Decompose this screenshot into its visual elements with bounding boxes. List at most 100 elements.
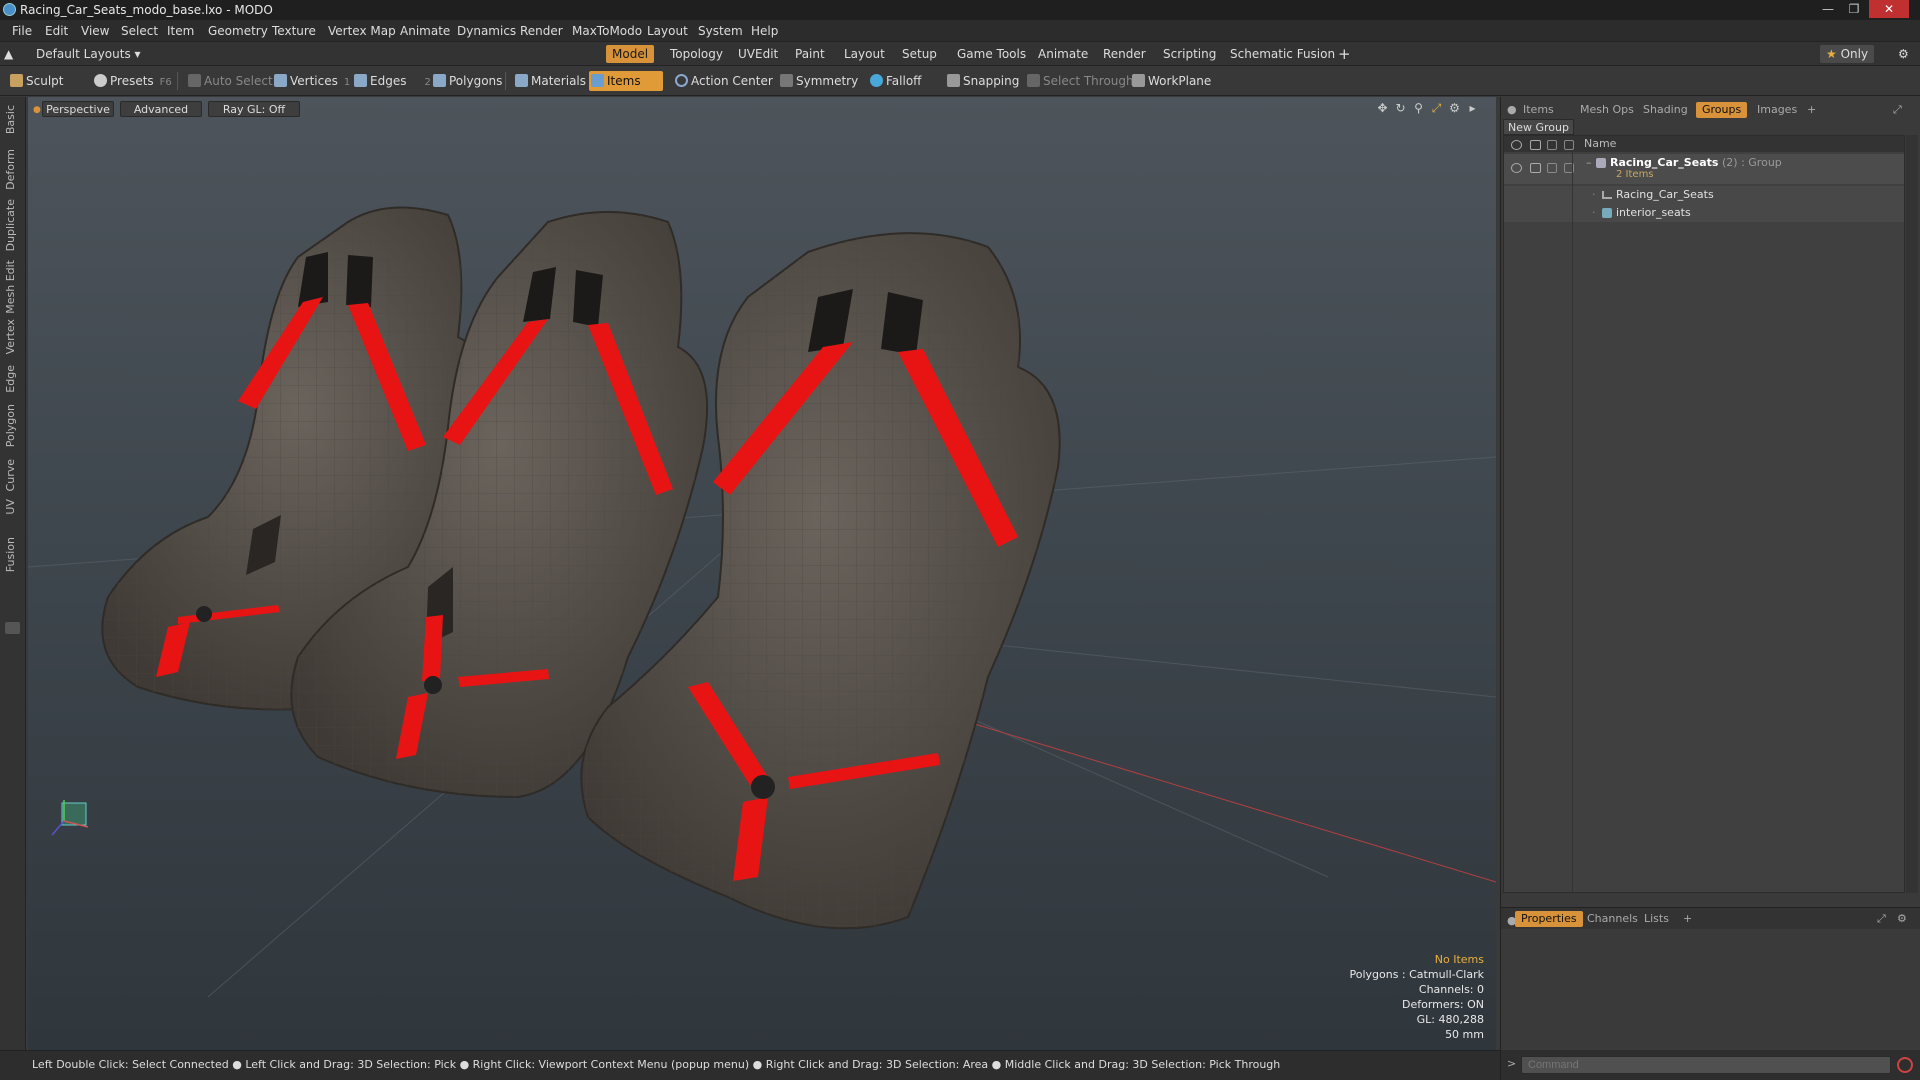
properties-gear-icon[interactable]: ⚙ [1891,911,1913,927]
tab-groups[interactable]: Groups [1696,102,1748,118]
eye-icon[interactable] [1511,163,1522,173]
menu-geometry[interactable]: Geometry [208,20,268,42]
tab-render[interactable]: Render [1097,45,1152,63]
menu-animate[interactable]: Animate [400,20,450,42]
materials-button[interactable]: Materials [513,71,586,91]
raygl-button[interactable]: Ray GL: Off [208,101,300,117]
action-center-label: Action Center [691,74,773,88]
snapping-button[interactable]: Snapping [945,71,1019,91]
gear-icon[interactable]: ⚙ [1892,45,1915,63]
tree-row-mesh[interactable]: · Racing_Car_Seats [1504,186,1904,204]
rotate-icon[interactable]: ↻ [1394,102,1407,115]
tab-shading[interactable]: Shading [1637,102,1694,118]
vtab-curve[interactable]: Curve [4,459,22,491]
list-scrollbar[interactable] [1906,135,1918,893]
viewport-settings-icon[interactable]: ⚙ [1448,102,1461,115]
menu-render[interactable]: Render [520,20,563,42]
presets-button[interactable]: Presets F6 [92,71,172,91]
select-through-button[interactable]: Select Through [1025,71,1134,91]
tab-scripting[interactable]: Scripting [1157,45,1222,63]
record-icon[interactable] [1897,1057,1913,1073]
properties-expand-icon[interactable]: ⤢ [1871,911,1892,927]
new-group-button[interactable]: New Group [1503,119,1574,135]
menu-system[interactable]: System [698,20,743,42]
menu-dynamics[interactable]: Dynamics [457,20,516,42]
vtab-polygon[interactable]: Polygon [4,404,22,447]
render-toggle-icon[interactable] [1530,163,1541,173]
action-center-button[interactable]: Action Center [673,71,773,91]
tab-lists[interactable]: Lists [1638,911,1675,927]
add-tab-button[interactable]: + [1332,45,1357,63]
tab-items[interactable]: Items [1517,102,1560,118]
layout-selector[interactable]: Default Layouts ▾ [30,45,147,63]
items-button[interactable]: Items [589,71,663,91]
edges-button[interactable]: Edges 2 [352,71,431,91]
vtab-vertex[interactable]: Vertex [4,319,22,354]
vtab-deform[interactable]: Deform [4,149,22,190]
restore-icon[interactable]: ❐ [1843,0,1865,18]
tree-row-shader[interactable]: · interior_seats [1504,204,1904,222]
auto-select-button[interactable]: Auto Select [186,71,273,91]
3d-viewport[interactable]: ● Perspective Advanced Ray GL: Off ✥ ↻ ⚲… [28,97,1496,1050]
menu-view[interactable]: View [81,20,109,42]
panel-toggle-icon[interactable] [5,622,20,634]
add-properties-tab-button[interactable]: + [1677,911,1698,927]
tab-paint[interactable]: Paint [789,45,831,63]
only-toggle[interactable]: ★ Only [1820,45,1875,63]
viewport-expand-icon[interactable]: ▸ [1466,102,1479,115]
tab-uvedit[interactable]: UVEdit [732,45,784,63]
tab-animate[interactable]: Animate [1032,45,1094,63]
tab-channels[interactable]: Channels [1581,911,1644,927]
vtab-edge[interactable]: Edge [4,365,22,393]
tab-schematic-fusion[interactable]: Schematic Fusion [1224,45,1341,63]
fit-icon[interactable]: ⤢ [1430,102,1443,115]
pan-icon[interactable]: ✥ [1376,102,1389,115]
sculpt-button[interactable]: Sculpt [8,71,63,91]
vtab-fusion[interactable]: Fusion [4,537,22,572]
minimize-icon[interactable]: — [1817,0,1839,18]
vtab-mesh-edit[interactable]: Mesh Edit [4,260,22,314]
vertices-button[interactable]: Vertices 1 [272,71,350,91]
menu-help[interactable]: Help [751,20,778,42]
menu-vertex-map[interactable]: Vertex Map [328,20,396,42]
falloff-button[interactable]: Falloff [868,71,921,91]
tab-setup[interactable]: Setup [896,45,943,63]
zoom-icon[interactable]: ⚲ [1412,102,1425,115]
panel-expand-icon[interactable]: ⤢ [1887,102,1908,118]
collapse-icon[interactable]: – [1586,154,1592,172]
menu-item[interactable]: Item [167,20,194,42]
tab-topology[interactable]: Topology [664,45,729,63]
tab-properties[interactable]: Properties [1515,911,1583,927]
tab-model[interactable]: Model [606,45,655,63]
workplane-button[interactable]: WorkPlane [1130,71,1211,91]
view-mode-button[interactable]: Perspective [42,101,114,117]
close-icon[interactable]: ✕ [1869,0,1909,18]
visibility-column-icon[interactable] [1511,140,1522,150]
tab-images[interactable]: Images [1751,102,1803,118]
menu-edit[interactable]: Edit [45,20,68,42]
command-input[interactable] [1521,1056,1891,1074]
viewport-menu-icon[interactable]: ● [33,105,41,115]
menu-layout[interactable]: Layout [647,20,688,42]
materials-icon [515,74,528,87]
tab-game-tools[interactable]: Game Tools [951,45,1032,63]
menu-file[interactable]: File [12,20,32,42]
tab-layout[interactable]: Layout [838,45,891,63]
tree-row-group[interactable]: – Racing_Car_Seats (2) : Group 2 Items [1504,154,1904,184]
vtab-uv[interactable]: UV [4,499,22,515]
vtab-basic[interactable]: Basic [4,105,22,134]
tab-mesh-ops[interactable]: Mesh Ops [1574,102,1640,118]
lock-column-icon[interactable] [1547,140,1557,150]
polygons-button[interactable]: Polygons [431,71,502,91]
shading-mode-button[interactable]: Advanced [120,101,202,117]
symmetry-button[interactable]: Symmetry [778,71,858,91]
menu-maxtomodo[interactable]: MaxToModo [572,20,642,42]
vtab-duplicate[interactable]: Duplicate [4,199,22,251]
menu-texture[interactable]: Texture [272,20,316,42]
add-panel-tab-button[interactable]: + [1801,102,1822,118]
lock-toggle-icon[interactable] [1547,163,1557,173]
layout-pin-icon[interactable]: ▲ [4,45,13,63]
render-column-icon[interactable] [1530,140,1541,150]
menu-select[interactable]: Select [121,20,158,42]
select-column-icon[interactable] [1564,140,1574,150]
